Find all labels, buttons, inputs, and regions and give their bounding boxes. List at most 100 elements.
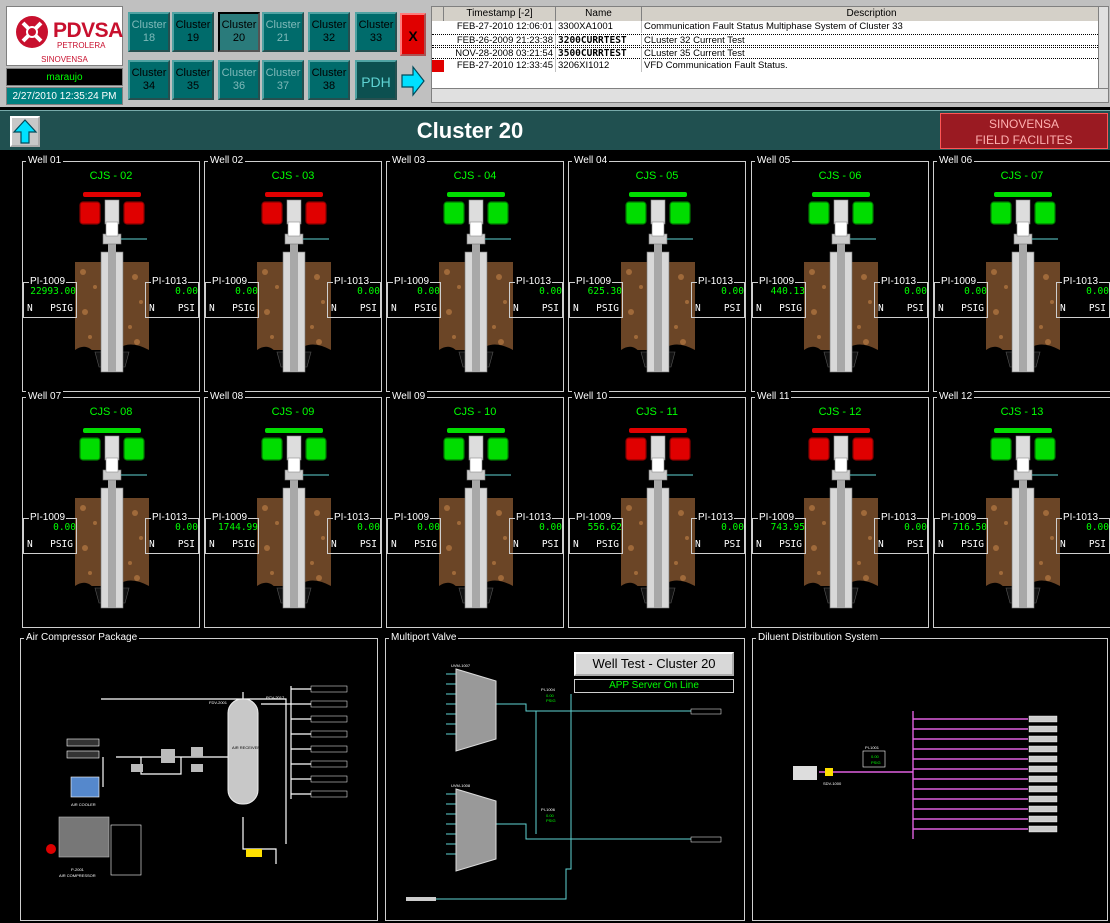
cluster-button-21[interactable]: Cluster 21	[262, 12, 304, 52]
pi-1013-box[interactable]: 0.00 N PSI	[874, 518, 928, 554]
pi-1009-label: PI-1009	[211, 276, 249, 287]
well-panel[interactable]: Well 08 CJS - 09 1744.99 N PSIG PI-1009 …	[204, 391, 382, 628]
diluent-pi-tag: PI-1001	[865, 745, 880, 750]
well-panel[interactable]: Well 12 CJS - 13 716.50 N PSIG PI-1009 0…	[933, 391, 1110, 628]
well-name[interactable]: CJS - 04	[387, 170, 563, 182]
well-panel[interactable]: Well 10 CJS - 11 556.62 N PSIG PI-1009 0…	[568, 391, 746, 628]
uvm-1008-tag: UVM-1008	[451, 783, 471, 788]
diluent-distribution-panel[interactable]: Diluent Distribution System SDV-1000 PI-…	[752, 632, 1108, 921]
well-name[interactable]: CJS - 02	[23, 170, 199, 182]
alarm-row[interactable]: FEB-27-2010 12:06:01 3300XA1001 Communicat…	[432, 21, 1102, 33]
field-facilities-button[interactable]: SINOVENSA FIELD FACILITES	[940, 113, 1108, 149]
well-name[interactable]: CJS - 12	[752, 406, 928, 418]
cluster-button-36[interactable]: Cluster 36	[218, 60, 260, 100]
close-button[interactable]: X	[400, 13, 426, 56]
well-name[interactable]: CJS - 13	[934, 406, 1110, 418]
well-panel[interactable]: Well 04 CJS - 05 625.30 N PSIG PI-1009 0…	[568, 155, 746, 392]
pi-1013-units: N PSI	[1057, 539, 1109, 550]
well-test-title[interactable]: Well Test - Cluster 20	[574, 652, 734, 676]
pi-1013-box[interactable]: 0.00 N PSI	[327, 282, 381, 318]
pi-1013-unit: PSI	[723, 539, 741, 550]
pi-1009-unit: PSIG	[414, 303, 437, 314]
cluster-button-label: Cluster	[265, 67, 301, 79]
pi-1009-box[interactable]: 0.00 N PSIG	[387, 282, 441, 318]
pi-1009-box[interactable]: 625.30 N PSIG	[569, 282, 623, 318]
well-panel[interactable]: Well 06 CJS - 07 0.00 N PSIG PI-1009 0.0…	[933, 155, 1110, 392]
wellhead-drawing	[439, 192, 513, 382]
well-name[interactable]: CJS - 03	[205, 170, 381, 182]
cluster-button-34[interactable]: Cluster 34	[128, 60, 170, 100]
pi-1009-box[interactable]: 0.00 N PSIG	[934, 282, 988, 318]
pi-1013-unit: PSI	[1088, 303, 1106, 314]
cluster-button-35[interactable]: Cluster 35	[172, 60, 214, 100]
well-panel[interactable]: Well 02 CJS - 03 0.00 N PSIG PI-1009 0.0…	[204, 155, 382, 392]
logo-brand: PDVSA	[53, 19, 123, 42]
pi-1013-value: 0.00	[357, 286, 380, 297]
pi-1009-box[interactable]: 556.62 N PSIG	[569, 518, 623, 554]
pi-1004-tag: PI-1004	[541, 687, 556, 692]
pi-1013-units: N PSI	[692, 539, 744, 550]
well-name[interactable]: CJS - 09	[205, 406, 381, 418]
pi-1013-label: PI-1013	[515, 512, 553, 523]
pi-1013-value: 0.00	[175, 522, 198, 533]
well-panel[interactable]: Well 03 CJS - 04 0.00 N PSIG PI-1009 0.0…	[386, 155, 564, 392]
pi-1013-box[interactable]: 0.00 N PSI	[1056, 282, 1110, 318]
cluster-button-18[interactable]: Cluster 18	[128, 12, 170, 52]
multiport-valve-label: Multiport Valve	[389, 632, 459, 643]
multiport-valve-panel[interactable]: Multiport Valve Well Test - Cluster 20 A…	[385, 632, 745, 921]
pi-1013-box[interactable]: 0.00 N PSI	[874, 282, 928, 318]
well-name[interactable]: CJS - 05	[569, 170, 745, 182]
col-name[interactable]: Name	[556, 7, 642, 21]
right-arrow-icon[interactable]	[400, 62, 426, 100]
cluster-button-number: 19	[186, 32, 200, 44]
well-panel[interactable]: Well 05 CJS - 06 440.13 N PSIG PI-1009 0…	[751, 155, 929, 392]
pdh-button[interactable]: PDH	[355, 60, 397, 100]
pi-1009-units: N PSIG	[935, 539, 987, 550]
pi-1013-box[interactable]: 0.00 N PSI	[1056, 518, 1110, 554]
pi-1009-box[interactable]: 22993.00 N PSIG	[23, 282, 77, 318]
pi-1009-box[interactable]: 743.95 N PSIG	[752, 518, 806, 554]
alarm-row[interactable]: NOV-28-2008 03:21:54 3500CURRTEST CLuster …	[432, 47, 1102, 60]
alarm-vertical-scrollbar[interactable]	[1098, 7, 1108, 89]
cluster-button-38[interactable]: Cluster 38	[308, 60, 350, 100]
air-compressor-panel[interactable]: Air Compressor Package AIR COOLER P-2001…	[20, 632, 378, 921]
cluster-button-19[interactable]: Cluster 19	[172, 12, 214, 52]
cluster-button-20[interactable]: Cluster 20	[218, 12, 260, 52]
cluster-button-number: 33	[369, 32, 383, 44]
alarm-horizontal-scrollbar[interactable]	[432, 88, 1108, 102]
col-description[interactable]: Description	[642, 7, 1102, 21]
pi-1013-box[interactable]: 0.00 N PSI	[691, 282, 745, 318]
pi-1009-box[interactable]: 0.00 N PSIG	[23, 518, 77, 554]
well-panel[interactable]: Well 09 CJS - 10 0.00 N PSIG PI-1009 0.0…	[386, 391, 564, 628]
pi-1009-box[interactable]: 1744.99 N PSIG	[205, 518, 259, 554]
pi-1013-box[interactable]: 0.00 N PSI	[509, 518, 563, 554]
logo-line2: SINOVENSA	[41, 55, 88, 64]
pi-1009-box[interactable]: 0.00 N PSIG	[205, 282, 259, 318]
alarm-row[interactable]: FEB-26-2009 21:23:38 3200CURRTEST CLuster …	[432, 34, 1102, 47]
well-panel[interactable]: Well 01 CJS - 02 22993.00 N PSIG PI-1009…	[22, 155, 200, 392]
pi-1009-box[interactable]: 0.00 N PSIG	[387, 518, 441, 554]
pi-1013-box[interactable]: 0.00 N PSI	[509, 282, 563, 318]
pi-1013-box[interactable]: 0.00 N PSI	[327, 518, 381, 554]
cluster-button-33[interactable]: Cluster 33	[355, 12, 397, 52]
pi-1013-box[interactable]: 0.00 N PSI	[145, 282, 199, 318]
cluster-button-37[interactable]: Cluster 37	[262, 60, 304, 100]
well-name[interactable]: CJS - 10	[387, 406, 563, 418]
pi-1006-unit: PSIG	[546, 818, 556, 823]
well-name[interactable]: CJS - 06	[752, 170, 928, 182]
well-name[interactable]: CJS - 08	[23, 406, 199, 418]
pi-1009-box[interactable]: 716.50 N PSIG	[934, 518, 988, 554]
home-button[interactable]	[10, 116, 40, 147]
well-panel[interactable]: Well 07 CJS - 08 0.00 N PSIG PI-1009 0.0…	[22, 391, 200, 628]
well-name[interactable]: CJS - 11	[569, 406, 745, 418]
pi-1013-box[interactable]: 0.00 N PSI	[691, 518, 745, 554]
alarm-summary-table[interactable]: Timestamp [-2] Name Description FEB-27-2…	[431, 6, 1109, 103]
well-name[interactable]: CJS - 07	[934, 170, 1110, 182]
well-panel[interactable]: Well 11 CJS - 12 743.95 N PSIG PI-1009 0…	[751, 391, 929, 628]
pi-1009-box[interactable]: 440.13 N PSIG	[752, 282, 806, 318]
cluster-button-32[interactable]: Cluster 32	[308, 12, 350, 52]
col-timestamp[interactable]: Timestamp [-2]	[444, 7, 556, 21]
pi-1013-box[interactable]: 0.00 N PSI	[145, 518, 199, 554]
alarm-cell-timestamp: FEB-26-2009 21:23:38	[444, 35, 556, 47]
alarm-row[interactable]: FEB-27-2010 12:33:45 3206XI1012 VFD Commun…	[432, 60, 1102, 72]
